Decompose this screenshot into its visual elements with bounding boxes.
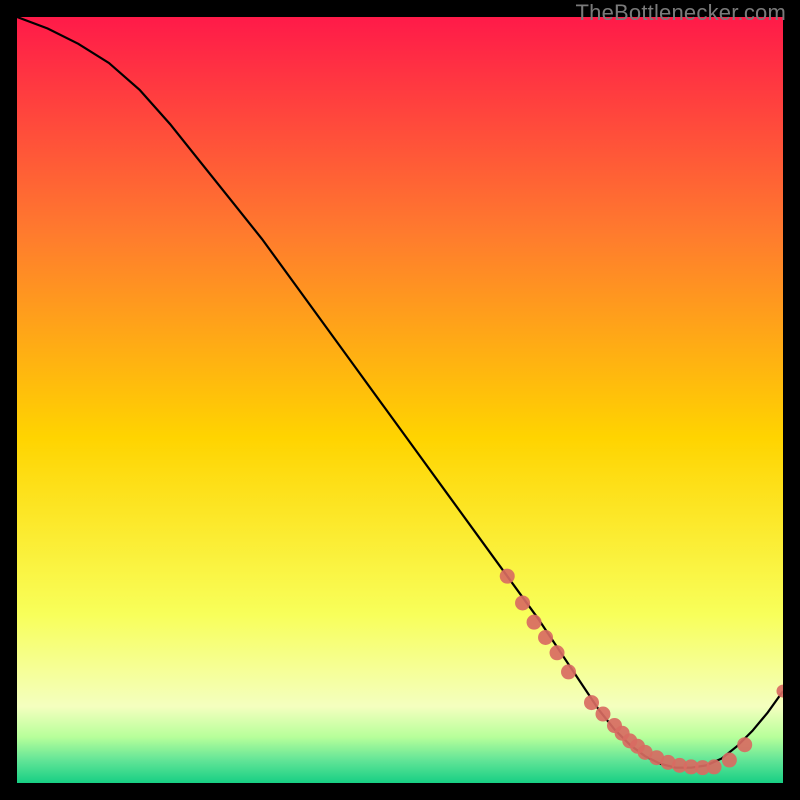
gradient-background xyxy=(17,17,783,783)
chart-svg xyxy=(17,17,783,783)
data-marker xyxy=(538,630,553,645)
watermark-text: TheBottlenecker.com xyxy=(576,0,786,26)
data-marker xyxy=(500,569,515,584)
data-marker xyxy=(707,759,722,774)
data-marker xyxy=(515,595,530,610)
plot-area xyxy=(17,17,783,783)
chart-frame: TheBottlenecker.com xyxy=(0,0,800,800)
data-marker xyxy=(561,664,576,679)
data-marker xyxy=(722,753,737,768)
data-marker xyxy=(737,737,752,752)
data-marker xyxy=(584,695,599,710)
data-marker xyxy=(595,707,610,722)
data-marker xyxy=(527,615,542,630)
data-marker xyxy=(550,645,565,660)
